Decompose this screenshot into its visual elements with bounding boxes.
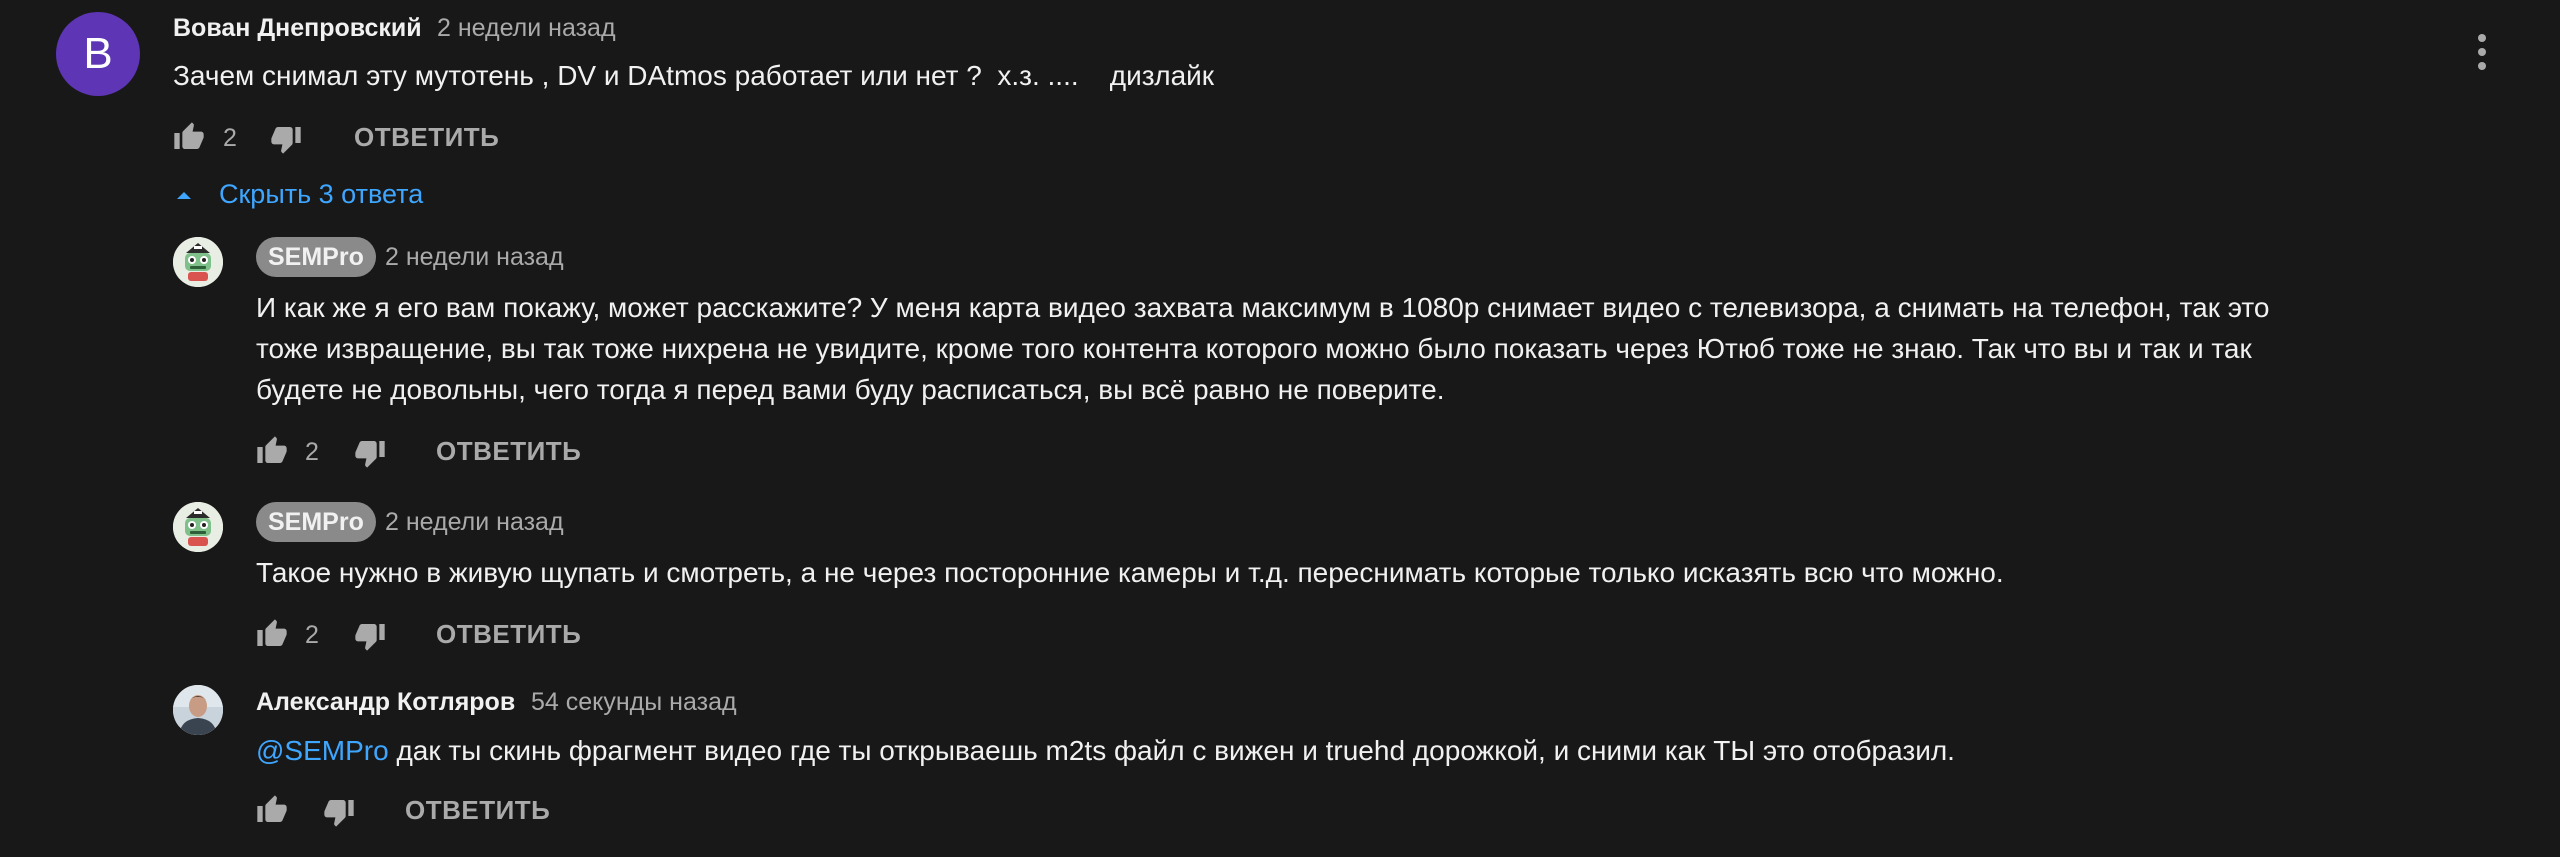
hide-replies-button[interactable]: Скрыть 3 ответа xyxy=(164,176,464,216)
reply-text-line: тоже извращение, вы так тоже нихрена не … xyxy=(256,333,2252,364)
reply-time[interactable]: 54 секунды назад xyxy=(531,688,737,717)
comment-time[interactable]: 2 недели назад xyxy=(437,14,616,43)
dislike-icon[interactable] xyxy=(354,620,386,652)
reply-text-line: будете не довольны, чего тогда я перед в… xyxy=(256,374,1445,405)
reply-button[interactable]: ОТВЕТИТЬ xyxy=(436,436,581,467)
reply-text-line: И как же я его вам покажу, может расскаж… xyxy=(256,292,2270,323)
reply-text-body: дак ты скинь фрагмент видео где ты откры… xyxy=(388,735,1955,766)
reply-text: И как же я его вам покажу, может расскаж… xyxy=(256,287,2269,410)
reply-avatar[interactable] xyxy=(173,237,223,287)
reply-button[interactable]: ОТВЕТИТЬ xyxy=(354,122,499,153)
avatar[interactable]: В xyxy=(56,12,140,96)
like-count: 2 xyxy=(305,438,319,466)
avatar-letter: В xyxy=(83,29,113,78)
reply-time[interactable]: 2 недели назад xyxy=(385,243,564,272)
reply-avatar[interactable] xyxy=(173,685,223,735)
reply-time[interactable]: 2 недели назад xyxy=(385,508,564,537)
reply-author-chip[interactable]: SEMPro xyxy=(256,237,376,277)
hide-replies-label: Скрыть 3 ответа xyxy=(219,179,424,209)
like-icon[interactable] xyxy=(256,435,288,467)
reply-text: Такое нужно в живую щупать и смотреть, а… xyxy=(256,557,2004,588)
reply-text: @SEMPro дак ты скинь фрагмент видео где … xyxy=(256,730,1955,771)
dislike-icon[interactable] xyxy=(270,123,302,155)
like-count: 2 xyxy=(223,124,237,152)
like-count: 2 xyxy=(305,621,319,649)
dislike-icon[interactable] xyxy=(354,437,386,469)
mention-link[interactable]: @SEMPro xyxy=(256,735,389,766)
reply-button[interactable]: ОТВЕТИТЬ xyxy=(405,795,550,826)
reply-author[interactable]: Александр Котляров xyxy=(256,688,515,717)
comment-author[interactable]: Вован Днепровский xyxy=(173,14,422,43)
like-icon[interactable] xyxy=(256,618,288,650)
like-icon[interactable] xyxy=(173,121,205,153)
caret-up-icon xyxy=(177,192,191,199)
reply-avatar[interactable] xyxy=(173,502,223,552)
reply-button[interactable]: ОТВЕТИТЬ xyxy=(436,619,581,650)
dislike-icon[interactable] xyxy=(323,796,355,828)
like-icon[interactable] xyxy=(256,794,288,826)
reply-author-chip[interactable]: SEMPro xyxy=(256,502,376,542)
more-vert-icon[interactable] xyxy=(2468,32,2496,72)
comment-text: Зачем снимал эту мутотень , DV и DAtmos … xyxy=(173,60,1215,91)
